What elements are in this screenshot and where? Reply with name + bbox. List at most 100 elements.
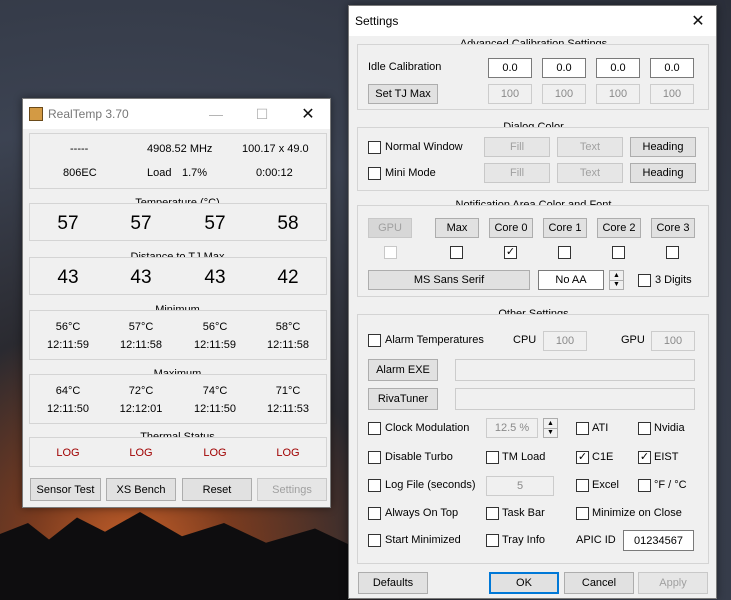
settings-title: Settings bbox=[355, 14, 399, 28]
maximize-icon[interactable]: ☐ bbox=[239, 99, 285, 129]
checkmark-icon: ✓ bbox=[639, 451, 650, 463]
mini-fill-button[interactable]: Fill bbox=[484, 163, 550, 183]
ati-checkbox[interactable] bbox=[576, 422, 589, 435]
normal-fill-button[interactable]: Fill bbox=[484, 137, 550, 157]
tj-core0-field[interactable]: 100 bbox=[488, 84, 532, 104]
notify-core1-checkbox[interactable] bbox=[558, 246, 571, 259]
start-minimized-checkbox[interactable] bbox=[368, 534, 381, 547]
tj-core2-field[interactable]: 100 bbox=[596, 84, 640, 104]
mini-mode-checkbox[interactable] bbox=[368, 167, 381, 180]
nvidia-label: Nvidia bbox=[654, 422, 685, 434]
log-file-checkbox[interactable] bbox=[368, 479, 381, 492]
notify-core2-button[interactable]: Core 2 bbox=[597, 218, 641, 238]
reset-button[interactable]: Reset bbox=[182, 478, 252, 501]
settings-button[interactable]: Settings bbox=[257, 478, 327, 501]
log-file-label: Log File (seconds) bbox=[385, 479, 476, 491]
settings-titlebar[interactable]: Settings ✕ bbox=[349, 6, 716, 36]
spin-down-icon[interactable]: ▼ bbox=[610, 279, 623, 290]
fahrenheit-celsius-checkbox[interactable] bbox=[638, 479, 651, 492]
alarm-temperatures-checkbox[interactable] bbox=[368, 334, 381, 347]
core2-max-time: 12:11:50 bbox=[193, 403, 236, 415]
cancel-button[interactable]: Cancel bbox=[564, 572, 634, 594]
notify-core0-button[interactable]: Core 0 bbox=[489, 218, 533, 238]
excel-checkbox[interactable] bbox=[576, 479, 589, 492]
nvidia-checkbox[interactable] bbox=[638, 422, 651, 435]
tj-core3-field[interactable]: 100 bbox=[650, 84, 694, 104]
ok-button[interactable]: OK bbox=[489, 572, 559, 594]
tray-info-checkbox[interactable] bbox=[486, 534, 499, 547]
apic-id-field[interactable]: 01234567 bbox=[623, 530, 694, 551]
close-icon[interactable]: ✕ bbox=[285, 99, 331, 129]
apic-id-label: APIC ID bbox=[576, 534, 616, 546]
minimize-icon[interactable]: — bbox=[193, 99, 239, 129]
xs-bench-button[interactable]: XS Bench bbox=[106, 478, 176, 501]
c1e-checkbox[interactable]: ✓ bbox=[576, 451, 589, 464]
notify-core1-button[interactable]: Core 1 bbox=[543, 218, 587, 238]
notify-gpu-checkbox[interactable] bbox=[384, 246, 397, 259]
cpu-id: ----- bbox=[70, 143, 89, 155]
set-tj-max-button[interactable]: Set TJ Max bbox=[368, 84, 438, 104]
normal-heading-button[interactable]: Heading bbox=[630, 137, 696, 157]
alarm-exe-path-field[interactable] bbox=[455, 359, 695, 381]
idle-core2-field[interactable]: 0.0 bbox=[596, 58, 640, 78]
core3-min-time: 12:11:58 bbox=[266, 339, 309, 351]
tm-load-checkbox[interactable] bbox=[486, 451, 499, 464]
sensor-test-button[interactable]: Sensor Test bbox=[30, 478, 101, 501]
three-digits-checkbox[interactable] bbox=[638, 274, 651, 287]
task-bar-checkbox[interactable] bbox=[486, 507, 499, 520]
eist-label: EIST bbox=[654, 451, 679, 463]
spin-up-icon[interactable]: ▲ bbox=[610, 271, 623, 280]
alarm-exe-button[interactable]: Alarm EXE bbox=[368, 359, 438, 381]
anti-alias-spinner[interactable]: ▲ ▼ bbox=[609, 270, 624, 290]
core1-min-temp: 57°C bbox=[128, 321, 154, 333]
notify-core3-checkbox[interactable] bbox=[666, 246, 679, 259]
clock-modulation-label: Clock Modulation bbox=[385, 422, 470, 434]
apply-button[interactable]: Apply bbox=[638, 572, 708, 594]
minimize-on-close-checkbox[interactable] bbox=[576, 507, 589, 520]
close-icon[interactable]: ✕ bbox=[678, 6, 718, 36]
core3-thermal-status: LOG bbox=[276, 447, 300, 459]
spin-up-icon[interactable]: ▲ bbox=[544, 419, 557, 428]
core0-thermal-status: LOG bbox=[56, 447, 80, 459]
defaults-button[interactable]: Defaults bbox=[358, 572, 428, 594]
notify-max-button[interactable]: Max bbox=[435, 218, 479, 238]
core0-temp: 57 bbox=[57, 213, 79, 234]
clock-modulation-field[interactable]: 12.5 % bbox=[486, 418, 538, 438]
core1-max-time: 12:12:01 bbox=[119, 403, 163, 415]
clock-modulation-checkbox[interactable] bbox=[368, 422, 381, 435]
eist-checkbox[interactable]: ✓ bbox=[638, 451, 651, 464]
idle-core1-field[interactable]: 0.0 bbox=[542, 58, 586, 78]
spin-down-icon[interactable]: ▼ bbox=[544, 427, 557, 438]
tray-info-label: Tray Info bbox=[502, 534, 545, 546]
idle-core0-field[interactable]: 0.0 bbox=[488, 58, 532, 78]
start-minimized-label: Start Minimized bbox=[385, 534, 461, 546]
cpu-alarm-field[interactable]: 100 bbox=[543, 331, 587, 351]
notify-max-checkbox[interactable] bbox=[450, 246, 463, 259]
rivatuner-button[interactable]: RivaTuner bbox=[368, 388, 438, 410]
core3-temp: 58 bbox=[277, 213, 299, 234]
disable-turbo-checkbox[interactable] bbox=[368, 451, 381, 464]
normal-window-checkbox[interactable] bbox=[368, 141, 381, 154]
gpu-alarm-field[interactable]: 100 bbox=[651, 331, 695, 351]
anti-alias-field[interactable]: No AA bbox=[538, 270, 604, 290]
core1-min-time: 12:11:58 bbox=[119, 339, 162, 351]
always-on-top-label: Always On Top bbox=[385, 507, 459, 519]
cpu-frequency: 4908.52 MHz bbox=[147, 143, 213, 155]
tj-core1-field[interactable]: 100 bbox=[542, 84, 586, 104]
clock-modulation-spinner[interactable]: ▲ ▼ bbox=[543, 418, 558, 438]
font-button[interactable]: MS Sans Serif bbox=[368, 270, 530, 290]
gpu-alarm-label: GPU bbox=[621, 334, 645, 346]
mini-text-button[interactable]: Text bbox=[557, 163, 623, 183]
mini-heading-button[interactable]: Heading bbox=[630, 163, 696, 183]
rivatuner-path-field[interactable] bbox=[455, 388, 695, 410]
notify-core2-checkbox[interactable] bbox=[612, 246, 625, 259]
notify-gpu-button[interactable]: GPU bbox=[368, 218, 412, 238]
core3-max-temp: 71°C bbox=[275, 385, 301, 397]
notify-core3-button[interactable]: Core 3 bbox=[651, 218, 695, 238]
realtemp-titlebar[interactable]: RealTemp 3.70 — ☐ ✕ bbox=[23, 99, 330, 129]
log-interval-field[interactable]: 5 bbox=[486, 476, 554, 496]
idle-core3-field[interactable]: 0.0 bbox=[650, 58, 694, 78]
notify-core0-checkbox[interactable]: ✓ bbox=[504, 246, 517, 259]
always-on-top-checkbox[interactable] bbox=[368, 507, 381, 520]
normal-text-button[interactable]: Text bbox=[557, 137, 623, 157]
